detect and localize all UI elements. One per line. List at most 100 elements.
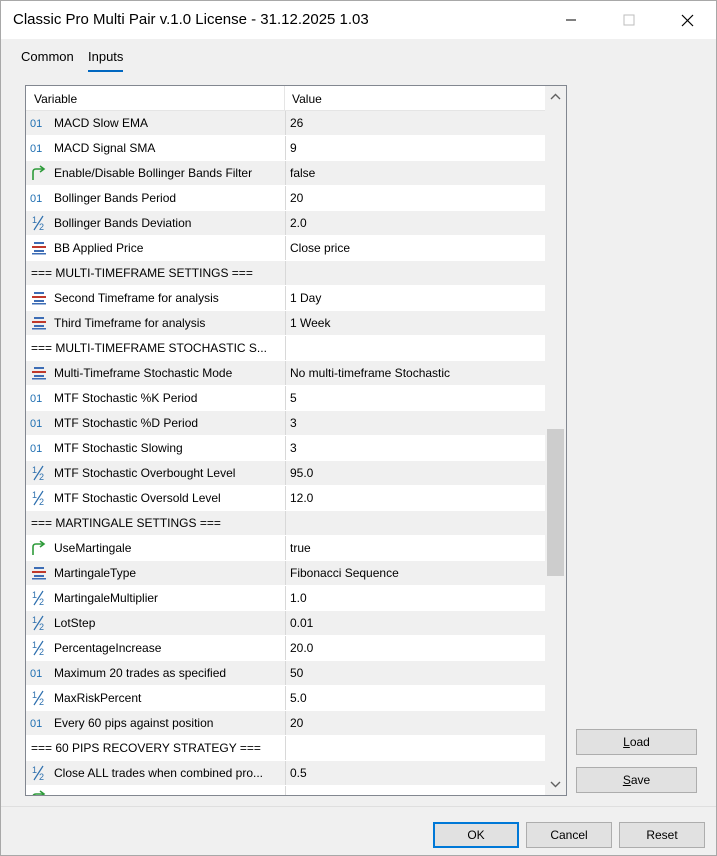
variable-cell[interactable]: === MULTI-TIMEFRAME SETTINGS ===	[26, 261, 284, 285]
parameter-row[interactable]	[26, 786, 545, 795]
value-cell[interactable]	[285, 736, 545, 760]
variable-cell[interactable]: === MULTI-TIMEFRAME STOCHASTIC S...	[26, 336, 284, 360]
value-cell[interactable]: false	[285, 161, 545, 185]
vertical-scrollbar[interactable]	[545, 86, 566, 795]
variable-cell[interactable]: 01 Bollinger Bands Period	[26, 186, 284, 210]
variable-cell[interactable]: Second Timeframe for analysis	[26, 286, 284, 310]
value-cell[interactable]: Close price	[285, 236, 545, 260]
value-cell[interactable]: 95.0	[285, 461, 545, 485]
value-cell[interactable]: 0.5	[285, 761, 545, 785]
parameter-row[interactable]: 1 2 Close ALL trades when combined pro... 0…	[26, 761, 545, 786]
parameter-row[interactable]: 01 Bollinger Bands Period 20	[26, 186, 545, 211]
variable-cell[interactable]: 1 2 MTF Stochastic Oversold Level	[26, 486, 284, 510]
ok-button[interactable]: OK	[433, 822, 519, 848]
section-header-row[interactable]: === 60 PIPS RECOVERY STRATEGY ===	[26, 736, 545, 761]
variable-cell[interactable]: 01 MTF Stochastic Slowing	[26, 436, 284, 460]
column-header-variable[interactable]: Variable	[34, 92, 77, 106]
value-cell[interactable]: 5.0	[285, 686, 545, 710]
value-cell[interactable]: 5	[285, 386, 545, 410]
variable-cell[interactable]: Third Timeframe for analysis	[26, 311, 284, 335]
scroll-down-button[interactable]	[545, 774, 566, 795]
value-cell[interactable]: 2.0	[285, 211, 545, 235]
value-cell[interactable]: 9	[285, 136, 545, 160]
parameter-row[interactable]: 1 2 MTF Stochastic Oversold Level 12.0	[26, 486, 545, 511]
tab-inputs[interactable]: Inputs	[88, 49, 124, 72]
value-cell[interactable]: 0.01	[285, 611, 545, 635]
value-cell[interactable]: 50	[285, 661, 545, 685]
value-cell[interactable]	[285, 786, 545, 795]
save-button[interactable]: Save	[576, 767, 697, 793]
variable-cell[interactable]: 01 MACD Slow EMA	[26, 111, 284, 135]
column-header-value[interactable]: Value	[292, 92, 322, 106]
parameter-row[interactable]: 1 2 MartingaleMultiplier 1.0	[26, 586, 545, 611]
variable-cell[interactable]: 1 2 MartingaleMultiplier	[26, 586, 284, 610]
variable-cell[interactable]: === MARTINGALE SETTINGS ===	[26, 511, 284, 535]
close-button[interactable]	[658, 1, 716, 39]
variable-cell[interactable]: 1 2 PercentageIncrease	[26, 636, 284, 660]
value-cell[interactable]: true	[285, 536, 545, 560]
variable-cell[interactable]: 1 2 MaxRiskPercent	[26, 686, 284, 710]
section-header-row[interactable]: === MULTI-TIMEFRAME SETTINGS ===	[26, 261, 545, 286]
value-cell[interactable]: 20	[285, 186, 545, 210]
section-header-row[interactable]: === MARTINGALE SETTINGS ===	[26, 511, 545, 536]
variable-cell[interactable]: === 60 PIPS RECOVERY STRATEGY ===	[26, 736, 284, 760]
parameter-row[interactable]: 1 2 MTF Stochastic Overbought Level 95.0	[26, 461, 545, 486]
parameter-row[interactable]: 1 2 LotStep 0.01	[26, 611, 545, 636]
variable-cell[interactable]: 01 MTF Stochastic %D Period	[26, 411, 284, 435]
parameter-row[interactable]: Second Timeframe for analysis 1 Day	[26, 286, 545, 311]
reset-button[interactable]: Reset	[619, 822, 705, 848]
variable-cell[interactable]: UseMartingale	[26, 536, 284, 560]
parameter-row[interactable]: 01 MACD Slow EMA 26	[26, 111, 545, 136]
value-cell[interactable]: 26	[285, 111, 545, 135]
value-cell[interactable]: 1 Day	[285, 286, 545, 310]
variable-cell[interactable]: BB Applied Price	[26, 236, 284, 260]
parameter-row[interactable]: Enable/Disable Bollinger Bands Filter fal…	[26, 161, 545, 186]
variable-cell[interactable]: 1 2 Close ALL trades when combined pro...	[26, 761, 284, 785]
variable-cell[interactable]: 01 MTF Stochastic %K Period	[26, 386, 284, 410]
parameter-row[interactable]: 01 MTF Stochastic Slowing 3	[26, 436, 545, 461]
parameter-row[interactable]: 1 2 Bollinger Bands Deviation 2.0	[26, 211, 545, 236]
section-header-row[interactable]: === MULTI-TIMEFRAME STOCHASTIC S...	[26, 336, 545, 361]
variable-cell[interactable]: 1 2 LotStep	[26, 611, 284, 635]
variable-cell[interactable]: 01 Every 60 pips against position	[26, 711, 284, 735]
parameter-row[interactable]: 1 2 MaxRiskPercent 5.0	[26, 686, 545, 711]
value-cell[interactable]: No multi-timeframe Stochastic	[285, 361, 545, 385]
value-cell[interactable]: 12.0	[285, 486, 545, 510]
variable-cell[interactable]: 1 2 MTF Stochastic Overbought Level	[26, 461, 284, 485]
load-button[interactable]: Load	[576, 729, 697, 755]
parameter-row[interactable]: 01 Every 60 pips against position 20	[26, 711, 545, 736]
value-cell[interactable]: Fibonacci Sequence	[285, 561, 545, 585]
minimize-button[interactable]	[542, 1, 600, 39]
variable-cell[interactable]: MartingaleType	[26, 561, 284, 585]
value-cell[interactable]: 20.0	[285, 636, 545, 660]
column-divider[interactable]	[284, 86, 285, 111]
parameter-row[interactable]: 01 MTF Stochastic %K Period 5	[26, 386, 545, 411]
value-cell[interactable]: 1 Week	[285, 311, 545, 335]
value-cell[interactable]	[285, 336, 545, 360]
parameter-row[interactable]: 1 2 PercentageIncrease 20.0	[26, 636, 545, 661]
cancel-button[interactable]: Cancel	[526, 822, 612, 848]
tab-common[interactable]: Common	[21, 49, 74, 64]
value-cell[interactable]: 3	[285, 436, 545, 460]
parameter-row[interactable]: 01 MTF Stochastic %D Period 3	[26, 411, 545, 436]
value-cell[interactable]	[285, 511, 545, 535]
value-cell[interactable]: 3	[285, 411, 545, 435]
parameter-row[interactable]: 01 Maximum 20 trades as specified 50	[26, 661, 545, 686]
scroll-up-button[interactable]	[545, 86, 566, 107]
variable-cell[interactable]: Multi-Timeframe Stochastic Mode	[26, 361, 284, 385]
parameter-row[interactable]: Third Timeframe for analysis 1 Week	[26, 311, 545, 336]
parameter-row[interactable]: BB Applied Price Close price	[26, 236, 545, 261]
variable-cell[interactable]: 01 Maximum 20 trades as specified	[26, 661, 284, 685]
variable-cell[interactable]: Enable/Disable Bollinger Bands Filter	[26, 161, 284, 185]
value-cell[interactable]: 1.0	[285, 586, 545, 610]
parameter-row[interactable]: UseMartingale true	[26, 536, 545, 561]
parameter-row[interactable]: 01 MACD Signal SMA 9	[26, 136, 545, 161]
parameter-row[interactable]: MartingaleType Fibonacci Sequence	[26, 561, 545, 586]
scrollbar-thumb[interactable]	[547, 429, 564, 576]
value-cell[interactable]	[285, 261, 545, 285]
variable-cell[interactable]: 01 MACD Signal SMA	[26, 136, 284, 160]
value-cell[interactable]: 20	[285, 711, 545, 735]
parameter-row[interactable]: Multi-Timeframe Stochastic Mode No multi-…	[26, 361, 545, 386]
variable-cell[interactable]	[26, 786, 284, 795]
variable-cell[interactable]: 1 2 Bollinger Bands Deviation	[26, 211, 284, 235]
